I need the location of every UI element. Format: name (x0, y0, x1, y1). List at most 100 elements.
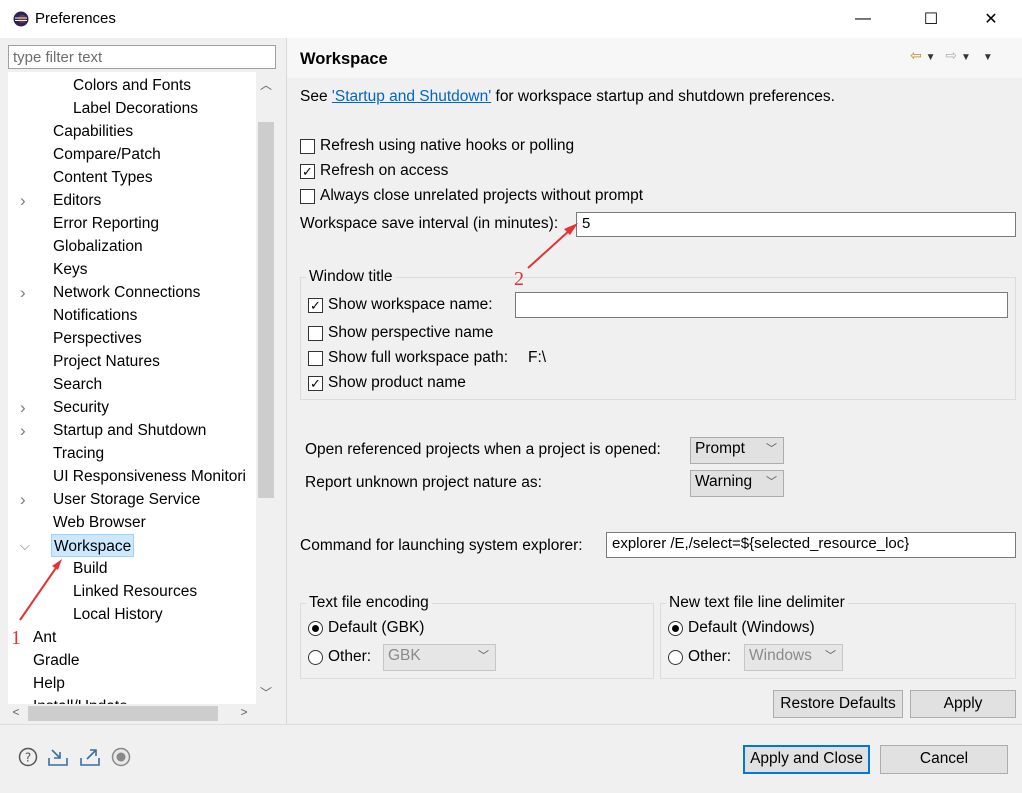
tree-item[interactable]: Workspace (51, 534, 135, 557)
tree-item[interactable]: UI Responsiveness Monitori (53, 465, 246, 488)
tree-item[interactable]: Keys (53, 258, 87, 281)
tree-item[interactable]: Tracing (53, 442, 104, 465)
scroll-right-icon[interactable]: > (236, 705, 252, 719)
forward-menu-icon[interactable]: ▼ (961, 52, 971, 63)
open-referenced-label: Open referenced projects when a project … (305, 441, 661, 458)
minimize-icon: — (855, 10, 871, 27)
encoding-other-radio[interactable] (308, 650, 323, 665)
show-workspace-name-checkbox[interactable]: ✓ (308, 298, 323, 313)
show-full-path-label: Show full workspace path: (328, 349, 509, 366)
tree-item[interactable]: Content Types (53, 166, 153, 189)
tree-horizontal-scroll-thumb[interactable] (28, 706, 218, 721)
tree-item[interactable]: Ant (33, 626, 56, 649)
expand-icon[interactable]: › (8, 695, 12, 704)
scroll-down-icon[interactable]: ﹀ (258, 684, 274, 701)
full-path-value: F:\ (528, 349, 547, 366)
explorer-command-input[interactable]: explorer /E,/select=${selected_resource_… (606, 532, 1016, 558)
tree-item[interactable]: Network Connections (53, 281, 200, 304)
save-interval-input[interactable]: 5 (576, 212, 1016, 237)
intro-suffix: for workspace startup and shutdown prefe… (491, 88, 835, 105)
refresh-access-label: Refresh on access (320, 162, 449, 179)
minimize-button[interactable]: — (840, 0, 886, 38)
close-button[interactable]: ✕ (968, 0, 1014, 38)
intro-text: See 'Startup and Shutdown' for workspace… (300, 88, 835, 106)
back-arrow-icon[interactable]: ⇦ (910, 47, 922, 63)
back-menu-icon[interactable]: ▼ (926, 52, 936, 63)
tree-vertical-scroll-thumb[interactable] (258, 122, 274, 498)
maximize-button[interactable]: ☐ (908, 0, 954, 38)
history-nav: ⇦ ▼ ⇨ ▼ ▼ (910, 47, 993, 64)
tree-item[interactable]: Web Browser (53, 511, 146, 534)
forward-arrow-icon[interactable]: ⇨ (945, 47, 957, 63)
tree-item[interactable]: Local History (73, 603, 163, 626)
tree-item[interactable]: Perspectives (53, 327, 142, 350)
tree-item[interactable]: Label Decorations (73, 97, 198, 120)
apply-button[interactable]: Apply (910, 690, 1016, 718)
window-title-group-label: Window title (306, 268, 396, 286)
delimiter-other-value: Windows (749, 647, 812, 664)
title-bar: Preferences — ☐ ✕ (0, 0, 1022, 38)
show-product-checkbox[interactable]: ✓ (308, 376, 323, 391)
close-unrelated-checkbox[interactable] (300, 189, 315, 204)
tree-item[interactable]: User Storage Service (53, 488, 200, 511)
startup-shutdown-link[interactable]: 'Startup and Shutdown' (332, 88, 491, 105)
workspace-name-input[interactable] (515, 292, 1008, 318)
unknown-nature-select[interactable]: Warning ﹀ (690, 470, 784, 497)
expand-icon[interactable]: › (20, 281, 32, 304)
chevron-down-icon: ﹀ (825, 650, 836, 662)
eclipse-app-icon (13, 11, 29, 27)
refresh-native-label: Refresh using native hooks or polling (320, 137, 575, 154)
tree-item[interactable]: Error Reporting (53, 212, 159, 235)
tree-item[interactable]: Search (53, 373, 102, 396)
view-menu-icon[interactable]: ▼ (983, 52, 993, 63)
tree-item[interactable]: Help (33, 672, 65, 695)
preference-tree[interactable]: Colors and Fonts Label Decorations Capabil… (8, 72, 256, 704)
expand-icon[interactable]: › (20, 488, 32, 511)
tree-item[interactable]: Build (73, 557, 107, 580)
show-full-path-checkbox[interactable] (308, 351, 323, 366)
show-perspective-checkbox[interactable] (308, 326, 323, 341)
tree-item[interactable]: Editors (53, 189, 101, 212)
tree-item[interactable]: Install/Update (33, 695, 128, 704)
filter-input[interactable] (8, 45, 276, 69)
refresh-access-checkbox[interactable]: ✓ (300, 164, 315, 179)
tree-item[interactable]: Colors and Fonts (73, 74, 191, 97)
svg-text:?: ? (25, 751, 31, 765)
page-title: Workspace (300, 50, 388, 68)
encoding-other-select[interactable]: GBK ﹀ (383, 644, 496, 671)
tree-item[interactable]: Project Natures (53, 350, 160, 373)
delimiter-default-radio[interactable] (668, 621, 683, 636)
delimiter-other-radio[interactable] (668, 650, 683, 665)
tree-item[interactable]: Capabilities (53, 120, 133, 143)
scroll-left-icon[interactable]: < (8, 705, 24, 719)
export-icon[interactable] (79, 747, 101, 767)
record-icon[interactable] (111, 747, 131, 767)
expand-icon[interactable]: › (20, 189, 32, 212)
tree-item[interactable]: Globalization (53, 235, 143, 258)
tree-item[interactable]: Startup and Shutdown (53, 419, 206, 442)
intro-prefix: See (300, 88, 332, 105)
delimiter-other-select[interactable]: Windows ﹀ (744, 644, 843, 671)
tree-item[interactable]: Security (53, 396, 109, 419)
expand-icon[interactable]: › (8, 672, 12, 695)
open-referenced-select[interactable]: Prompt ﹀ (690, 437, 784, 464)
show-workspace-name-label: Show workspace name: (328, 296, 493, 313)
tree-item[interactable]: Linked Resources (73, 580, 197, 603)
import-icon[interactable] (47, 747, 69, 767)
window-title: Preferences (35, 10, 116, 27)
expand-icon[interactable]: › (20, 419, 32, 442)
cancel-button[interactable]: Cancel (880, 745, 1008, 774)
encoding-default-radio[interactable] (308, 621, 323, 636)
refresh-native-checkbox[interactable] (300, 139, 315, 154)
tree-item[interactable]: Notifications (53, 304, 137, 327)
encoding-default-label: Default (GBK) (328, 619, 425, 636)
tree-item[interactable]: Compare/Patch (53, 143, 161, 166)
expand-icon[interactable]: › (20, 396, 32, 419)
help-icon[interactable]: ? (18, 747, 38, 767)
restore-defaults-button[interactable]: Restore Defaults (773, 690, 903, 718)
tree-item[interactable]: Gradle (33, 649, 80, 672)
apply-and-close-button[interactable]: Apply and Close (743, 745, 870, 774)
scroll-up-icon[interactable]: ︿ (258, 76, 274, 93)
collapse-icon[interactable]: ⌵ (20, 534, 32, 557)
line-delimiter-group-label: New text file line delimiter (666, 594, 848, 612)
